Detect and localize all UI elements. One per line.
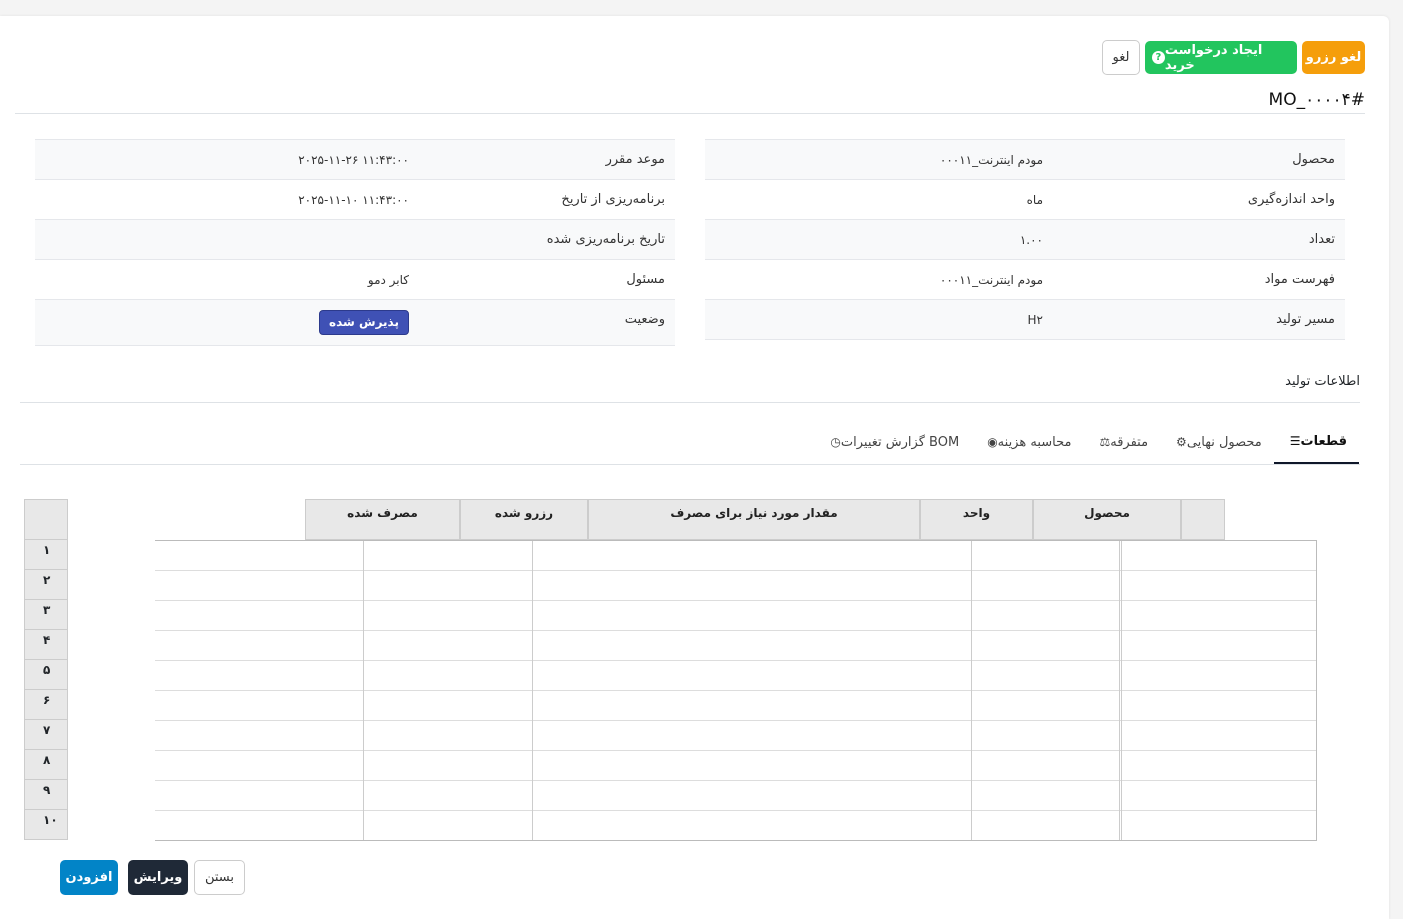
grid-header-reserved[interactable]: رزرو شده [460, 499, 588, 540]
detail-row: موعد مقرر ۲۰۲۵-۱۱-۲۶ ۱۱:۴۳:۰۰ [35, 140, 675, 180]
detail-value: ۲۰۲۵-۱۱-۱۰ ۱۱:۴۳:۰۰ [298, 193, 409, 207]
cancel-reserve-button[interactable]: لغو رزرو [1302, 41, 1365, 74]
grid-row-number: ۱ [24, 540, 68, 570]
list-icon: ☰ [1289, 434, 1301, 448]
detail-label: برنامه‌ریزی از تاریخ [561, 192, 665, 207]
grid-row-number: ۸ [24, 750, 68, 780]
tab-bar: ☰ قطعات ⚙ محصول نهایی ⚖ متفرقه ◉ محاسبه هزین… [814, 420, 1359, 464]
create-purchase-request-button[interactable]: ? ایجاد درخواست خرید [1145, 41, 1297, 74]
detail-label: موعد مقرر [605, 152, 665, 167]
detail-value: ماه [1026, 193, 1043, 207]
tab-parts[interactable]: ☰ قطعات [1273, 420, 1359, 464]
tab-label: گزارش تغییرات BOM [840, 434, 960, 450]
status-badge: پذیرش شده [319, 310, 409, 335]
detail-label: مسیر تولید [1276, 312, 1335, 327]
grid-row-number: ۷ [24, 720, 68, 750]
close-button[interactable]: بستن [194, 860, 245, 895]
detail-label: واحد اندازه‌گیری [1247, 192, 1335, 207]
detail-label: محصول [1292, 152, 1335, 167]
grid-row-line [155, 780, 1316, 781]
detail-row: برنامه‌ریزی از تاریخ ۲۰۲۵-۱۱-۱۰ ۱۱:۴۳:۰۰ [35, 180, 675, 220]
section-divider [20, 402, 1360, 403]
grid-row-number: ۱۰ [24, 810, 68, 840]
details-left-table: موعد مقرر ۲۰۲۵-۱۱-۲۶ ۱۱:۴۳:۰۰ برنامه‌ریزی… [35, 139, 675, 346]
grid-header-required-qty[interactable]: مقدار مورد نیاز برای مصرف [588, 499, 920, 540]
tab-bom-changes[interactable]: ◷ گزارش تغییرات BOM [814, 420, 971, 464]
detail-row: مسیر تولید H۲ [705, 300, 1345, 340]
detail-value: ۲۰۲۵-۱۱-۲۶ ۱۱:۴۳:۰۰ [298, 153, 409, 167]
tab-label: محاسبه هزینه [997, 434, 1072, 450]
grid-col-line [532, 541, 533, 840]
grid-row-number: ۴ [24, 630, 68, 660]
grid-row-number: ۶ [24, 690, 68, 720]
detail-row: محصول ۰۰۰۱۱_مودم اینترنت [705, 140, 1345, 180]
grid-row-number: ۲ [24, 570, 68, 600]
grid-col-line [1121, 541, 1122, 840]
grid-header-product[interactable]: محصول [1033, 499, 1181, 540]
grid-row-number: ۵ [24, 660, 68, 690]
tab-cost[interactable]: ◉ محاسبه هزینه [971, 420, 1083, 464]
coins-icon: ◉ [987, 435, 998, 449]
detail-label: تعداد [1308, 232, 1335, 247]
detail-row: وضعیت پذیرش شده [35, 300, 675, 346]
question-icon: ? [1152, 51, 1165, 64]
grid-row-line [155, 570, 1316, 571]
create-purchase-label: ایجاد درخواست خرید [1164, 42, 1263, 73]
detail-value: ۰۰۰۱۱_مودم اینترنت [939, 273, 1043, 287]
grid-row-line [155, 810, 1316, 811]
detail-value: ۰۰۰۱۱_مودم اینترنت [939, 153, 1043, 167]
clock-icon: ◷ [830, 435, 841, 449]
grid-row-number: ۹ [24, 780, 68, 810]
edit-button[interactable]: ویرایش [128, 860, 188, 895]
page-title: MO_۰۰۰۰۴# [1268, 90, 1365, 110]
grid-row-line [155, 630, 1316, 631]
detail-value: کابر دمو [367, 273, 409, 287]
grid-header-consumed[interactable]: مصرف شده [305, 499, 460, 540]
grid-col-line [971, 541, 972, 840]
tab-misc[interactable]: ⚖ متفرقه [1083, 420, 1160, 464]
tab-final-product[interactable]: ⚙ محصول نهایی [1160, 420, 1274, 464]
grid-row-line [155, 750, 1316, 751]
detail-value: H۲ [1027, 313, 1043, 327]
detail-label: وضعیت [624, 312, 665, 327]
section-title: اطلاعات تولید [1285, 374, 1360, 389]
tab-label: متفرقه [1110, 434, 1149, 450]
details-right-table: محصول ۰۰۰۱۱_مودم اینترنت واحد اندازه‌گیری… [705, 139, 1345, 340]
grid-col-line [363, 541, 364, 840]
grid-header-blank [1181, 499, 1225, 540]
grid-row-line [155, 600, 1316, 601]
detail-row: فهرست مواد ۰۰۰۱۱_مودم اینترنت [705, 260, 1345, 300]
detail-label: تاریخ برنامه‌ریزی شده [546, 232, 665, 247]
tab-label: محصول نهایی [1186, 434, 1262, 450]
grid-col-line [1119, 541, 1120, 840]
gears-icon: ⚙ [1176, 435, 1187, 449]
grid-corner [24, 499, 68, 540]
detail-value: پذیرش شده [319, 300, 409, 340]
grid-row-number: ۳ [24, 600, 68, 630]
add-button[interactable]: افزودن [60, 860, 118, 895]
scale-icon: ⚖ [1099, 435, 1111, 449]
grid-row-line [155, 660, 1316, 661]
grid-header-unit[interactable]: واحد [920, 499, 1033, 540]
detail-row: مسئول کابر دمو [35, 260, 675, 300]
tab-divider [20, 464, 1360, 465]
title-divider [15, 113, 1365, 114]
detail-label: فهرست مواد [1264, 272, 1335, 287]
tab-label: قطعات [1300, 433, 1347, 449]
detail-row: تاریخ برنامه‌ریزی شده [35, 220, 675, 260]
detail-value: ۱.۰۰ [1019, 233, 1043, 247]
cancel-button[interactable]: لغو [1102, 40, 1140, 75]
grid-row-line [155, 690, 1316, 691]
detail-row: تعداد ۱.۰۰ [705, 220, 1345, 260]
detail-row: واحد اندازه‌گیری ماه [705, 180, 1345, 220]
detail-label: مسئول [626, 272, 665, 287]
grid-row-line [155, 720, 1316, 721]
grid-body[interactable] [155, 540, 1317, 841]
